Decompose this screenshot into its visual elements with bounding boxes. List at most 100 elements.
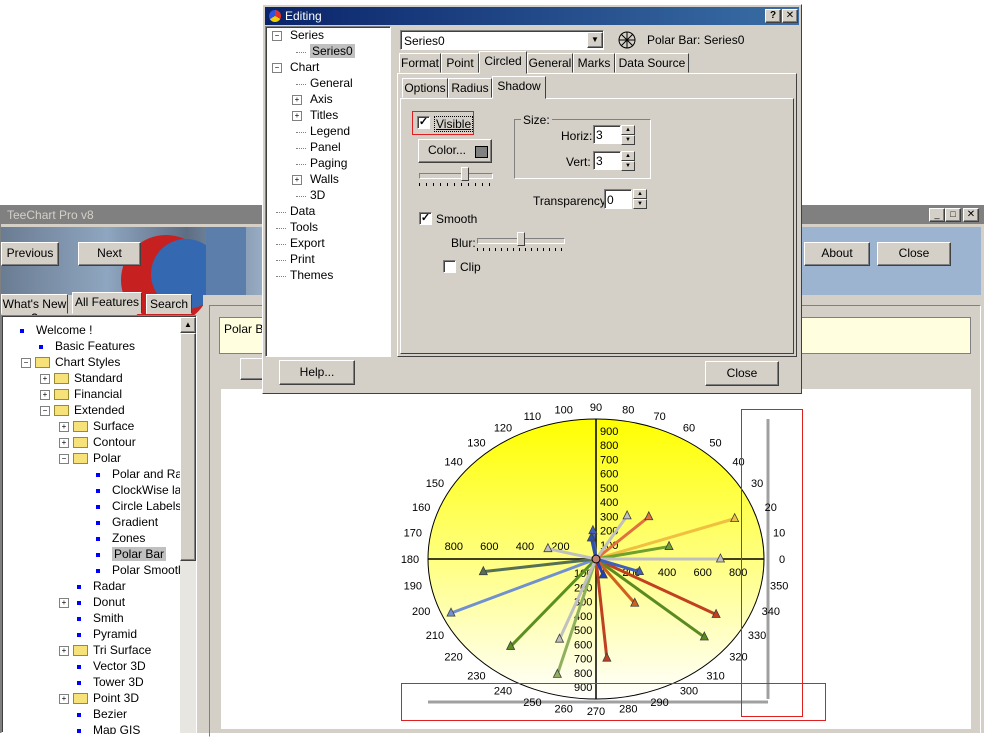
tree-item-financial[interactable]: + Financial <box>2 387 180 403</box>
tree-item-map-gis[interactable]: Map GIS <box>2 723 180 734</box>
tab-options[interactable]: Options <box>402 78 448 98</box>
smooth-checkbox[interactable]: ✓ <box>419 212 432 225</box>
expand-icon[interactable]: + <box>292 95 302 105</box>
tab-search[interactable]: Search <box>146 294 192 314</box>
expand-icon[interactable]: + <box>59 646 69 656</box>
tree-item-bezier[interactable]: Bezier <box>2 707 180 723</box>
expand-icon[interactable]: + <box>59 438 69 448</box>
tree-item-polar[interactable]: − Polar <box>2 451 180 467</box>
edit-tree-item-themes[interactable]: Themes <box>266 268 390 284</box>
tab-marks[interactable]: Marks <box>573 53 615 73</box>
chevron-down-icon[interactable]: ▼ <box>587 32 603 48</box>
close-button[interactable]: Close <box>877 242 951 266</box>
tab-circled[interactable]: Circled <box>479 51 527 74</box>
help-button[interactable]: Help... <box>279 360 355 385</box>
close-window-button[interactable]: ✕ <box>963 208 979 222</box>
tree-item-surface[interactable]: + Surface <box>2 419 180 435</box>
edit-tree-item-tools[interactable]: Tools <box>266 220 390 236</box>
tree-item-donut[interactable]: + Donut <box>2 595 180 611</box>
edit-tree-item-walls[interactable]: + Walls <box>266 172 390 188</box>
expand-icon[interactable]: + <box>40 374 50 384</box>
edit-tree-item-panel[interactable]: Panel <box>266 140 390 156</box>
tree-item-polar-and-radar-t[interactable]: Polar and Radar T <box>2 467 180 483</box>
help-icon-button[interactable]: ? <box>765 9 781 23</box>
tree-item-tower-3d[interactable]: Tower 3D <box>2 675 180 691</box>
color-slider-thumb[interactable] <box>461 167 469 181</box>
clip-checkbox[interactable] <box>443 260 456 273</box>
tab-format[interactable]: Format <box>399 53 441 73</box>
tree-item-smith[interactable]: Smith <box>2 611 180 627</box>
vert-stepper[interactable]: ▲ ▼ <box>621 151 635 171</box>
edit-tree-label: General <box>310 76 353 90</box>
expand-icon[interactable]: + <box>59 694 69 704</box>
tab-shadow[interactable]: Shadow <box>492 76 546 99</box>
tree-item-polar-bar[interactable]: Polar Bar <box>2 547 180 563</box>
tree-scrollbar[interactable]: ▲ <box>180 317 196 733</box>
maximize-button[interactable]: □ <box>945 208 961 222</box>
tab-whats-new[interactable]: What's New ? <box>1 294 68 325</box>
edit-tree-item-general[interactable]: General <box>266 76 390 92</box>
minimize-button[interactable]: _ <box>929 208 945 222</box>
dialog-close-button[interactable]: Close <box>705 361 779 386</box>
scroll-thumb[interactable] <box>180 333 196 561</box>
expand-icon[interactable]: + <box>292 175 302 185</box>
tree-item-extended[interactable]: − Extended <box>2 403 180 419</box>
tree-item-zones[interactable]: Zones <box>2 531 180 547</box>
transparency-stepper[interactable]: ▲ ▼ <box>633 189 647 209</box>
tab-all-features[interactable]: All Features <box>72 292 142 314</box>
tree-item-radar[interactable]: Radar <box>2 579 180 595</box>
tree-item-vector-3d[interactable]: Vector 3D <box>2 659 180 675</box>
tree-item-chart-styles[interactable]: − Chart Styles <box>2 355 180 371</box>
tree-item-clockwise-labels[interactable]: ClockWise labels <box>2 483 180 499</box>
expand-icon[interactable]: + <box>59 598 69 608</box>
collapse-icon[interactable]: − <box>21 358 31 368</box>
color-slider[interactable] <box>419 173 493 179</box>
previous-button[interactable]: Previous <box>1 242 59 266</box>
transparency-input[interactable]: 0 <box>604 189 632 209</box>
tree-item-tri-surface[interactable]: + Tri Surface <box>2 643 180 659</box>
color-button[interactable]: Color... <box>418 139 492 163</box>
editing-close-icon[interactable]: ✕ <box>782 9 798 23</box>
collapse-icon[interactable]: − <box>40 406 50 416</box>
expand-icon[interactable]: + <box>292 111 302 121</box>
tree-item-pyramid[interactable]: Pyramid <box>2 627 180 643</box>
scroll-up-button[interactable]: ▲ <box>180 317 196 333</box>
edit-tree-item-3d[interactable]: 3D <box>266 188 390 204</box>
horiz-stepper[interactable]: ▲ ▼ <box>621 125 635 145</box>
edit-tree-item-series0[interactable]: Series0 <box>266 44 390 60</box>
tab-data-source[interactable]: Data Source <box>615 53 689 73</box>
edit-tree-item-chart[interactable]: − Chart <box>266 60 390 76</box>
edit-tree-item-export[interactable]: Export <box>266 236 390 252</box>
about-button[interactable]: About <box>804 242 870 266</box>
edit-tree-item-axis[interactable]: + Axis <box>266 92 390 108</box>
tree-item-standard[interactable]: + Standard <box>2 371 180 387</box>
tab-radius[interactable]: Radius <box>448 78 492 98</box>
next-button[interactable]: Next <box>78 242 141 266</box>
series-select[interactable]: Series0 ▼ <box>400 30 604 50</box>
edit-tree-item-series[interactable]: − Series <box>266 28 390 44</box>
visible-checkbox[interactable]: ✓ <box>417 116 430 129</box>
expand-icon[interactable]: + <box>59 422 69 432</box>
expand-icon[interactable]: + <box>40 390 50 400</box>
tab-general[interactable]: General <box>527 53 573 73</box>
edit-tree-item-paging[interactable]: Paging <box>266 156 390 172</box>
tree-item-basic-features[interactable]: Basic Features <box>2 339 180 355</box>
tree-item-gradient[interactable]: Gradient <box>2 515 180 531</box>
edit-tree-item-titles[interactable]: + Titles <box>266 108 390 124</box>
vert-input[interactable]: 3 <box>593 151 621 170</box>
edit-tree-item-print[interactable]: Print <box>266 252 390 268</box>
collapse-icon[interactable]: − <box>59 454 69 464</box>
tree-item-circle-labels-inside[interactable]: Circle Labels inside <box>2 499 180 515</box>
tab-point[interactable]: Point <box>441 53 479 73</box>
tree-item-contour[interactable]: + Contour <box>2 435 180 451</box>
blur-slider-thumb[interactable] <box>517 232 525 246</box>
tree-item-polar-smooth[interactable]: Polar Smooth <box>2 563 180 579</box>
horiz-input[interactable]: 3 <box>593 125 621 144</box>
edit-tree-item-legend[interactable]: Legend <box>266 124 390 140</box>
tree-connector <box>296 52 306 53</box>
collapse-icon[interactable]: − <box>272 31 282 41</box>
tree-item-point-3d[interactable]: + Point 3D <box>2 691 180 707</box>
tree-item-welcome[interactable]: Welcome ! <box>2 323 180 339</box>
edit-tree-item-data[interactable]: Data <box>266 204 390 220</box>
collapse-icon[interactable]: − <box>272 63 282 73</box>
